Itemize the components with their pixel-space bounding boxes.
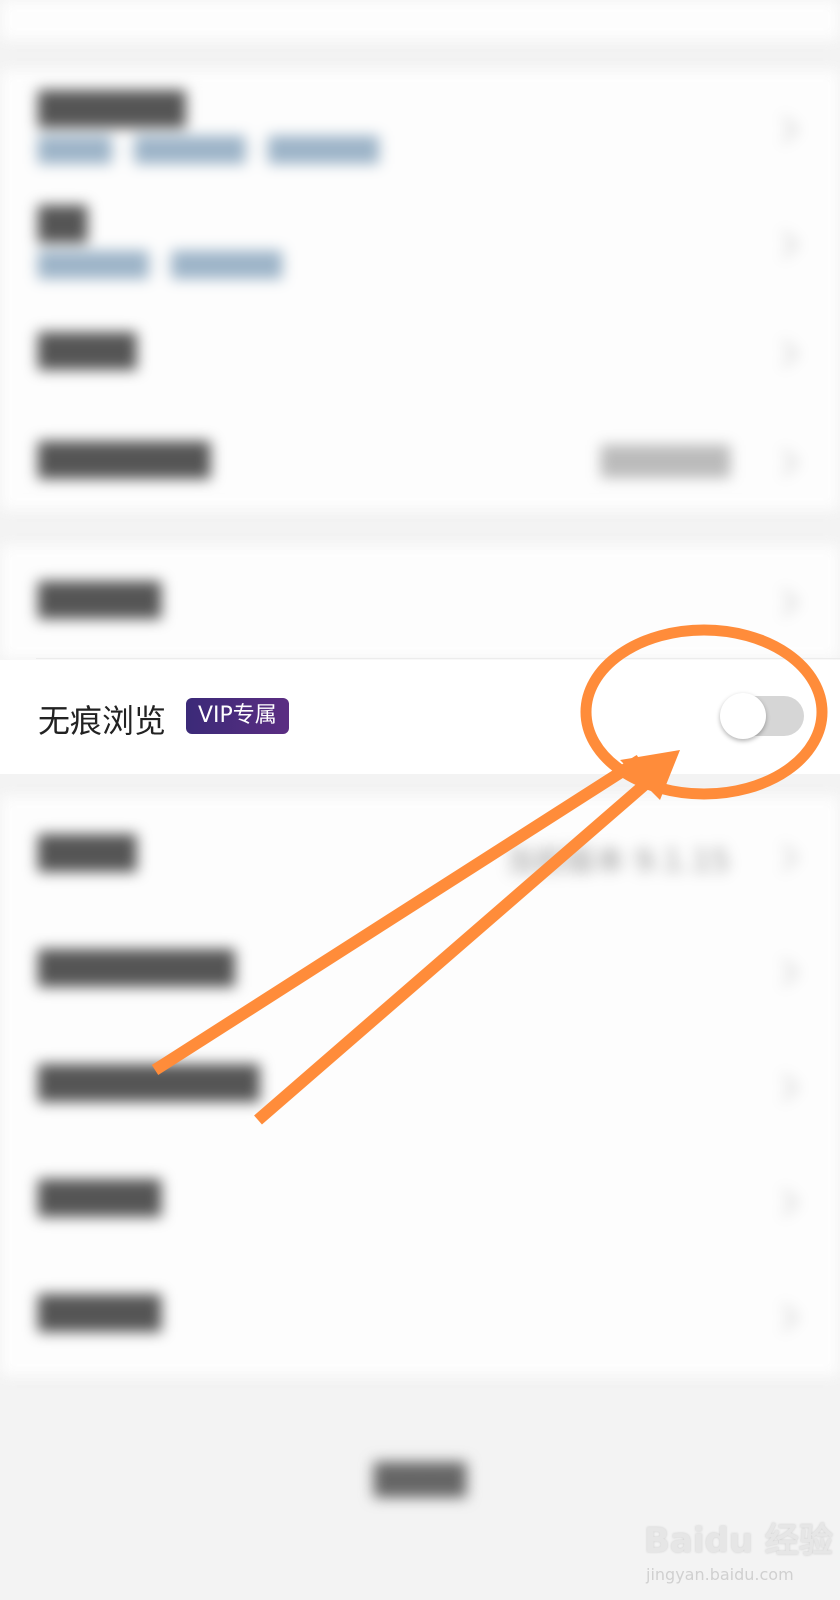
toggle-knob[interactable] [720,693,766,739]
setting-row-title: ████ [38,834,137,872]
setting-row-title: █████ [38,1179,162,1217]
setting-row-value: ██████ [600,445,730,478]
setting-row-7[interactable]: ████████ [0,911,840,1026]
chevron-right-icon [771,116,798,143]
setting-row-title: ████ [38,332,137,370]
watermark-url: jingyan.baidu.com [646,1565,794,1584]
setting-row-5[interactable]: █████ [0,545,840,659]
setting-row-subtitle: ██████ · ██████ [38,251,283,279]
setting-row-title: ███████ [38,441,211,479]
setting-row-8[interactable]: █████████ [0,1026,840,1141]
watermark-brand: Baidu 经验 [644,1521,833,1561]
setting-row-3[interactable]: ████ [0,310,840,400]
chevron-right-icon [771,589,798,616]
incognito-browsing-row[interactable]: 无痕浏览 VIP专属 [0,660,840,774]
chevron-right-icon [771,231,798,258]
setting-row-version[interactable]: ████ 当前版本 9.1.15 [0,796,840,911]
vip-exclusive-badge: VIP专属 [186,698,289,734]
setting-row-title: █████ [38,1294,162,1332]
baidu-jingyan-watermark: Baidu 经验 jingyan.baidu.com [640,1505,840,1600]
version-value: 当前版本 9.1.15 [505,844,730,879]
setting-row-1[interactable]: ██████ ████ · ██████ · ██████ [0,70,840,190]
setting-row-title: ██████ [38,90,186,128]
setting-row-title: █████ [38,581,162,619]
settings-group-1: ██████ ████ · ██████ · ██████ ██ ██████ … [0,70,840,510]
chevron-right-icon [771,449,798,476]
chevron-right-icon [771,1189,798,1216]
row-divider [36,658,840,659]
settings-group-2: █████ [0,545,840,659]
chevron-right-icon [771,844,798,871]
incognito-toggle[interactable] [720,693,804,739]
settings-screen: ██████ ████ · ██████ · ██████ ██ ██████ … [0,0,840,1600]
setting-row-4[interactable]: ███████ ██████ [0,415,840,510]
chevron-right-icon [771,1074,798,1101]
incognito-browsing-label: 无痕浏览 [38,702,167,740]
settings-group-3: ████ 当前版本 9.1.15 ████████ █████████ ████… [0,796,840,1376]
setting-row-title: ████████ [38,949,235,987]
setting-row-title: ██ [38,205,88,243]
chevron-right-icon [771,340,798,367]
chevron-right-icon [771,1304,798,1331]
setting-row-subtitle: ████ · ██████ · ██████ [38,136,380,164]
setting-row-10[interactable]: █████ [0,1256,840,1371]
setting-row-title: █████████ [38,1064,260,1102]
setting-row-9[interactable]: █████ [0,1141,840,1256]
chevron-right-icon [771,959,798,986]
top-partial-group [0,0,840,40]
logout-button[interactable]: ████ [350,1452,490,1510]
setting-row-2[interactable]: ██ ██████ · ██████ [0,195,840,305]
